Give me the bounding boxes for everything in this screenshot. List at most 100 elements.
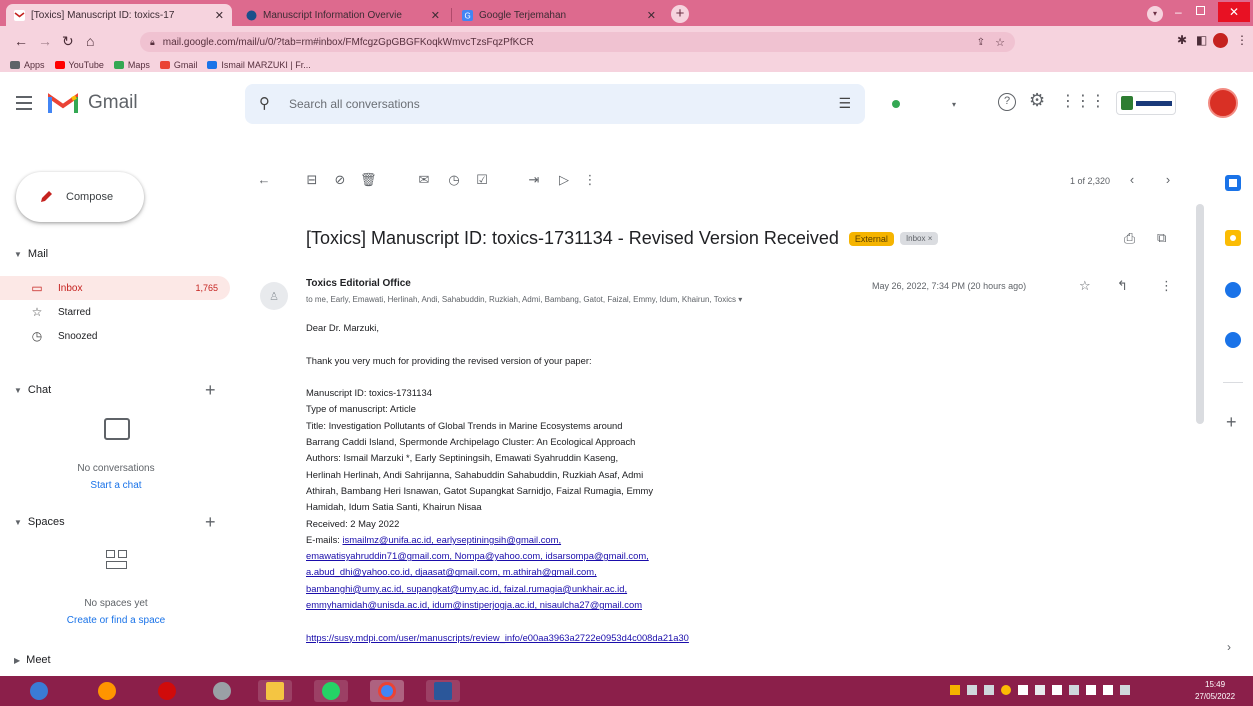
bookmark-ismail-marzuki[interactable]: Ismail MARZUKI | Fr...: [207, 60, 311, 70]
email-link[interactable]: emawatisyahruddin71@gmail.com, Nompa@yah…: [306, 550, 649, 561]
back-arrow-icon[interactable]: ←: [14, 33, 28, 49]
reply-icon[interactable]: ↰: [1117, 278, 1128, 294]
meet-section-header[interactable]: ▶ Meet: [14, 654, 51, 666]
taskbar-file-explorer[interactable]: [258, 680, 292, 702]
search-input[interactable]: ⚲ Search all conversations ☰: [245, 84, 865, 124]
snooze-icon[interactable]: ◷: [446, 172, 462, 188]
bookmark-gmail[interactable]: Gmail: [159, 60, 197, 70]
opera-icon: [158, 682, 176, 700]
tab-title: [Toxics] Manuscript ID: toxics-17: [31, 9, 175, 21]
profile-dropdown-icon[interactable]: ▾: [1147, 6, 1163, 22]
create-space-link[interactable]: Create or find a space: [0, 615, 232, 626]
chrome-menu-icon[interactable]: ⋮: [1236, 33, 1248, 47]
new-tab-button[interactable]: +: [671, 5, 689, 23]
maximize-window-icon[interactable]: [1196, 6, 1205, 15]
extensions-puzzle-icon[interactable]: ✱: [1177, 33, 1187, 47]
close-tab-icon[interactable]: ✕: [215, 9, 224, 22]
bookmark-star-icon[interactable]: ☆: [995, 36, 1005, 49]
taskbar-opera[interactable]: [150, 680, 184, 702]
tab-google-translate[interactable]: G Google Terjemahan ✕: [454, 4, 664, 26]
bookmark-apps[interactable]: Apps: [10, 60, 45, 70]
account-avatar[interactable]: [1208, 88, 1238, 118]
review-info-link[interactable]: https://susy.mdpi.com/user/manuscripts/r…: [306, 632, 689, 643]
mark-unread-icon[interactable]: ✉: [416, 172, 432, 188]
clock-date: 27/05/2022: [1195, 692, 1236, 701]
sidebar-item-inbox[interactable]: ▭ Inbox 1,765: [0, 276, 230, 300]
minimize-window-icon[interactable]: –: [1175, 5, 1182, 19]
recipients-line[interactable]: to me, Early, Emawati, Herlinah, Andi, S…: [306, 295, 742, 304]
close-tab-icon[interactable]: ✕: [431, 9, 440, 22]
contacts-icon[interactable]: [1225, 332, 1241, 348]
open-new-window-icon[interactable]: ⧉: [1157, 230, 1166, 246]
unread-count: 1,765: [195, 283, 218, 293]
get-addons-plus-icon[interactable]: +: [1226, 412, 1237, 433]
spaces-section-header[interactable]: ▼ Spaces: [14, 516, 65, 528]
back-to-inbox-icon[interactable]: ←: [256, 172, 272, 188]
older-chevron-icon[interactable]: ›: [1160, 172, 1176, 188]
add-to-tasks-icon[interactable]: ☑: [474, 172, 490, 188]
mail-section-header[interactable]: ▼ Mail: [14, 248, 48, 260]
system-tray[interactable]: [950, 685, 1170, 697]
search-icon[interactable]: ⚲: [259, 94, 270, 112]
inbox-label[interactable]: Inbox ×: [899, 232, 939, 245]
gmail-header: Gmail ⚲ Search all conversations ☰ ▾ ? ⚙…: [0, 72, 1253, 136]
search-filter-icon[interactable]: ☰: [838, 95, 851, 112]
reading-list-icon[interactable]: ◧: [1196, 33, 1207, 47]
close-window-icon[interactable]: ✕: [1218, 2, 1250, 22]
taskbar-word[interactable]: [426, 680, 460, 702]
sidebar-item-starred[interactable]: ☆ Starred: [0, 300, 230, 324]
message-scrollbar[interactable]: [1196, 204, 1204, 424]
profile-avatar-icon[interactable]: [1213, 33, 1228, 48]
new-space-plus-icon[interactable]: +: [205, 512, 216, 533]
sidebar-item-snoozed[interactable]: ◷ Snoozed: [0, 324, 230, 348]
taskbar-clock[interactable]: 15:49 27/05/2022: [1195, 679, 1235, 703]
tab-toxics-manuscript[interactable]: [Toxics] Manuscript ID: toxics-17 ✕: [6, 4, 232, 26]
tab-manuscript-overview[interactable]: Manuscript Information Overvie ✕: [238, 4, 448, 26]
show-side-panel-icon[interactable]: ›: [1227, 640, 1231, 654]
status-indicator[interactable]: ▾: [880, 88, 968, 120]
taskbar-settings[interactable]: [205, 680, 239, 702]
start-button[interactable]: [22, 680, 56, 702]
forward-arrow-icon[interactable]: →: [38, 33, 52, 49]
close-tab-icon[interactable]: ✕: [647, 9, 656, 22]
email-link[interactable]: a.abud_dhi@yahoo.co.id, djaasat@gmail.co…: [306, 566, 597, 577]
reload-icon[interactable]: ↻: [62, 33, 74, 50]
print-icon[interactable]: ⎙: [1124, 230, 1135, 247]
start-chat-link[interactable]: Start a chat: [0, 480, 232, 491]
taskbar-chrome[interactable]: [370, 680, 404, 702]
email-link[interactable]: emmyhamidah@unisda.ac.id, idum@instiperj…: [306, 599, 642, 610]
new-chat-plus-icon[interactable]: +: [205, 380, 216, 401]
newer-chevron-icon[interactable]: ‹: [1124, 172, 1140, 188]
email-link[interactable]: ismailmz@unifa.ac.id, earlyseptiningsih@…: [342, 534, 561, 545]
organization-logo[interactable]: [1116, 91, 1176, 115]
email-link[interactable]: bambanghi@umy.ac.id, supangkat@umy.ac.id…: [306, 583, 627, 594]
taskbar-whatsapp[interactable]: [314, 680, 348, 702]
more-options-icon[interactable]: ⋮: [582, 172, 598, 188]
bookmark-maps[interactable]: Maps: [113, 60, 150, 70]
sender-name[interactable]: Toxics Editorial Office: [306, 278, 411, 289]
tasks-icon[interactable]: [1225, 282, 1241, 298]
address-bar[interactable]: 🔒︎ mail.google.com/mail/u/0/?tab=rm#inbo…: [140, 32, 1015, 52]
url-text: mail.google.com/mail/u/0/?tab=rm#inbox/F…: [162, 36, 534, 48]
calendar-icon[interactable]: [1225, 175, 1241, 191]
keep-icon[interactable]: [1225, 230, 1241, 246]
external-label[interactable]: External: [848, 231, 894, 246]
chat-section-header[interactable]: ▼ Chat: [14, 384, 51, 396]
gmail-logo[interactable]: Gmail: [48, 92, 138, 114]
star-message-icon[interactable]: ☆: [1079, 278, 1091, 294]
archive-icon[interactable]: ⊟: [304, 172, 320, 188]
google-apps-icon[interactable]: ⋮⋮⋮: [1060, 91, 1106, 111]
main-menu-icon[interactable]: [16, 96, 32, 110]
settings-gear-icon[interactable]: ⚙: [1029, 90, 1045, 111]
share-icon[interactable]: ⇪: [977, 37, 985, 48]
label-icon[interactable]: ▷: [556, 172, 572, 188]
taskbar-firefox[interactable]: [90, 680, 124, 702]
compose-button[interactable]: Compose: [16, 172, 144, 222]
delete-icon[interactable]: 🗑︎: [360, 172, 377, 188]
message-more-icon[interactable]: ⋮: [1160, 278, 1173, 294]
bookmark-youtube[interactable]: YouTube: [54, 60, 104, 70]
help-icon[interactable]: ?: [998, 93, 1016, 111]
home-icon[interactable]: ⌂: [86, 33, 94, 49]
move-to-icon[interactable]: ⇥: [526, 172, 542, 188]
report-spam-icon[interactable]: ⊘: [332, 172, 348, 188]
